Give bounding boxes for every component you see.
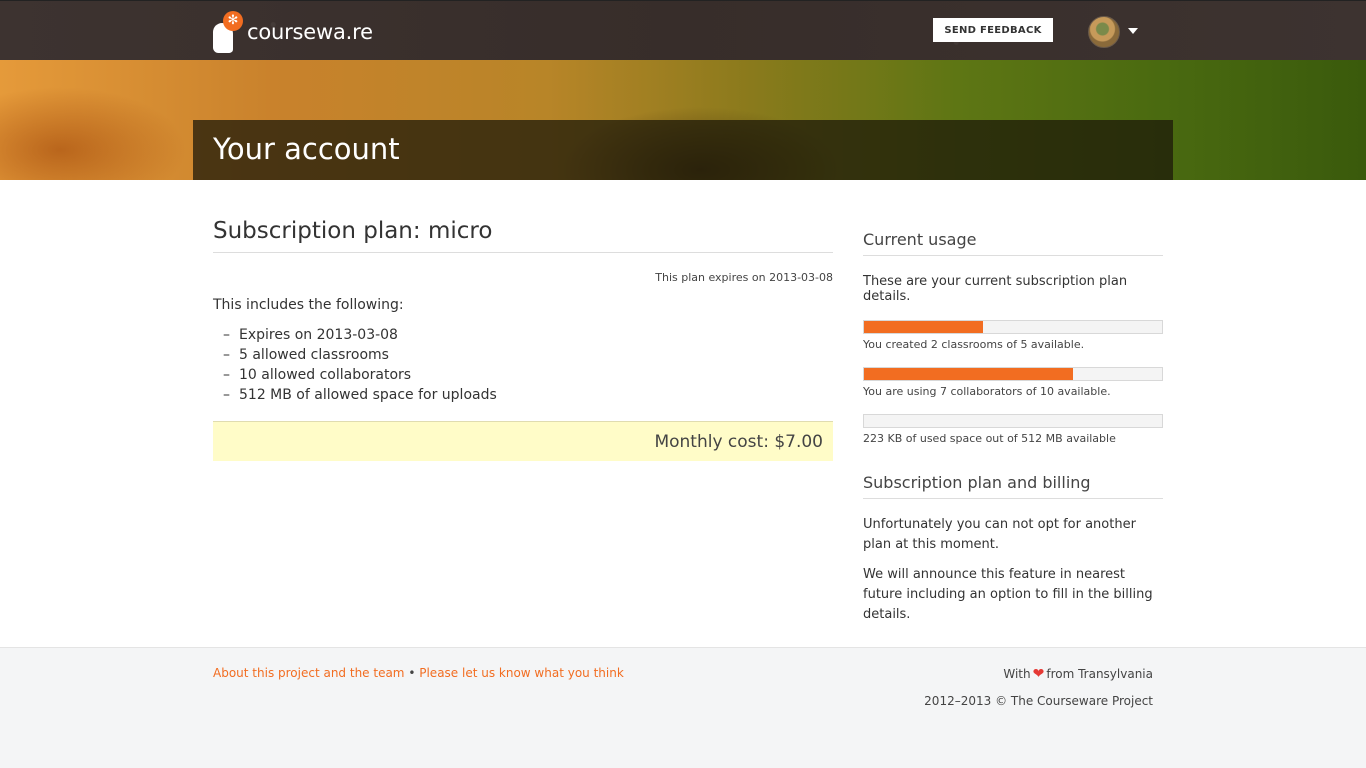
top-navigation-bar: ✻ coursewa.re SEND FEEDBACK: [0, 0, 1366, 60]
collaborators-usage: You are using 7 collaborators of 10 avai…: [863, 367, 1163, 398]
includes-label: This includes the following:: [213, 297, 404, 313]
storage-usage-text: 223 KB of used space out of 512 MB avail…: [863, 432, 1116, 445]
page-title: Your account: [213, 132, 400, 166]
plan-features-list: Expires on 2013-03-08 5 allowed classroo…: [213, 325, 833, 405]
list-item: 512 MB of allowed space for uploads: [223, 385, 833, 405]
logo[interactable]: ✻ coursewa.re: [213, 11, 373, 53]
current-usage-heading: Current usage: [863, 230, 1163, 256]
copyright: 2012–2013 © The Courseware Project: [924, 694, 1153, 708]
collaborators-usage-text: You are using 7 collaborators of 10 avai…: [863, 385, 1111, 398]
collaborators-progress-fill: [864, 368, 1073, 380]
send-feedback-button[interactable]: SEND FEEDBACK: [933, 18, 1053, 42]
logo-text: coursewa.re: [247, 20, 373, 44]
plan-section: Subscription plan: micro This plan expir…: [213, 218, 833, 461]
user-avatar[interactable]: [1088, 16, 1120, 48]
monthly-cost: Monthly cost: $7.00: [654, 431, 823, 452]
storage-usage: 223 KB of used space out of 512 MB avail…: [863, 414, 1163, 445]
billing-paragraph: Unfortunately you can not opt for anothe…: [863, 517, 1136, 552]
classrooms-usage: You created 2 classrooms of 5 available.: [863, 320, 1163, 351]
billing-paragraph: We will announce this feature in nearest…: [863, 567, 1153, 622]
plan-expiry-note: This plan expires on 2013-03-08: [655, 271, 833, 284]
footer-credits: With ❤ from Transylvania 2012–2013 © The…: [924, 666, 1153, 708]
footer-separator: •: [408, 666, 416, 680]
footer-links: About this project and the team • Please…: [213, 666, 624, 680]
classrooms-progress-fill: [864, 321, 984, 333]
billing-heading: Subscription plan and billing: [863, 473, 1163, 499]
list-item: 10 allowed collaborators: [223, 365, 833, 385]
hero-banner: Your account: [0, 60, 1366, 180]
caret-down-icon[interactable]: [1128, 28, 1138, 34]
classrooms-progress-bar: [863, 320, 1163, 334]
footer-love-line: With ❤ from Transylvania: [924, 666, 1153, 682]
collaborators-progress-bar: [863, 367, 1163, 381]
about-link[interactable]: About this project and the team: [213, 666, 405, 680]
plan-title: Subscription plan: micro: [213, 218, 833, 253]
storage-progress-bar: [863, 414, 1163, 428]
list-item: Expires on 2013-03-08: [223, 325, 833, 345]
list-item: 5 allowed classrooms: [223, 345, 833, 365]
love-prefix: With: [1003, 667, 1031, 681]
footer: About this project and the team • Please…: [0, 647, 1366, 768]
usage-intro: These are your current subscription plan…: [863, 274, 1128, 304]
heart-icon: ❤: [1032, 666, 1045, 682]
classrooms-usage-text: You created 2 classrooms of 5 available.: [863, 338, 1085, 351]
love-suffix: from Transylvania: [1046, 667, 1153, 681]
monthly-cost-box: Monthly cost: $7.00: [213, 421, 833, 461]
feedback-link[interactable]: Please let us know what you think: [419, 666, 624, 680]
usage-sidebar: Current usage These are your current sub…: [863, 230, 1163, 625]
hero-title-box: Your account: [193, 120, 1173, 180]
logo-icon: ✻: [213, 11, 245, 53]
